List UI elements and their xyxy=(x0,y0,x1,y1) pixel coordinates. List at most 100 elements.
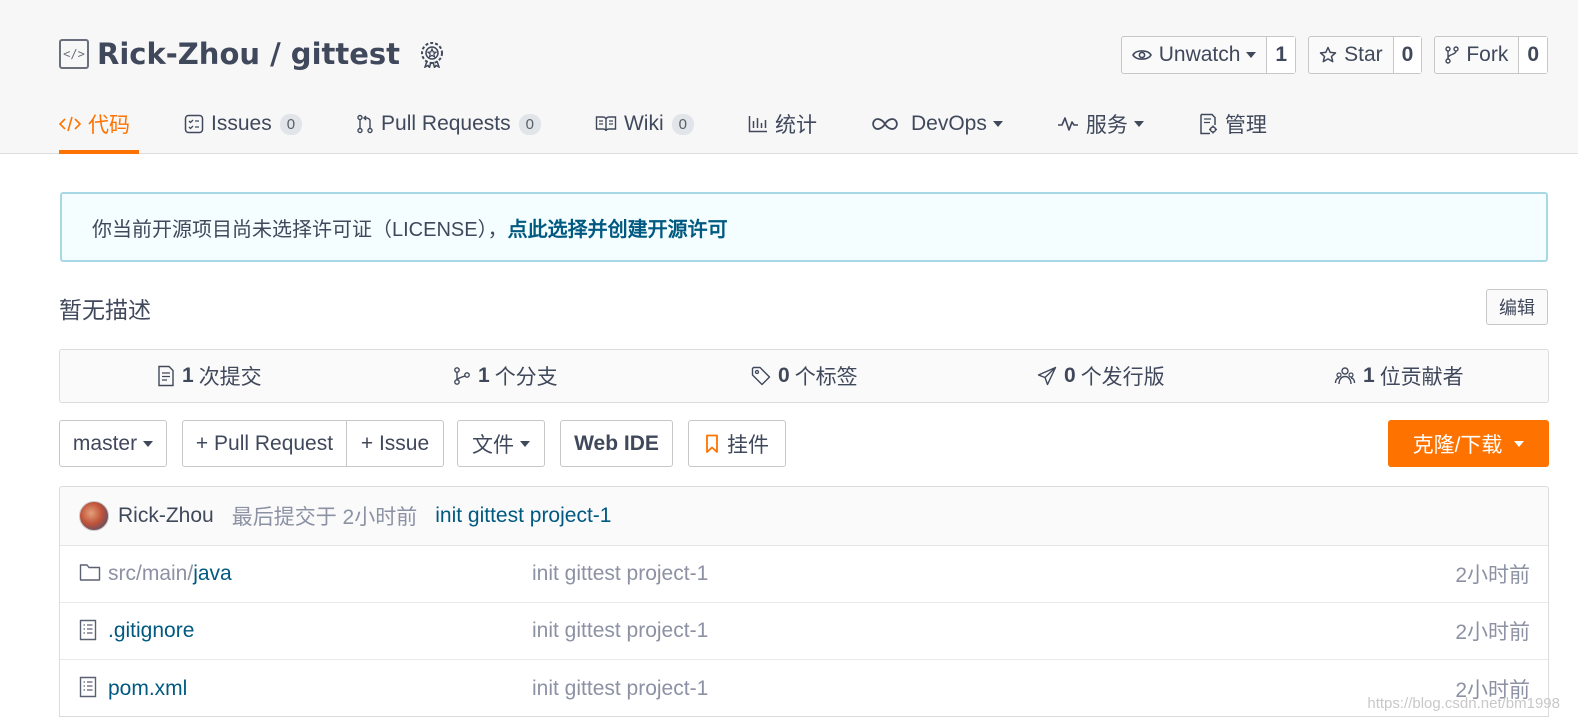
file-time: 2小时前 xyxy=(1455,621,1530,644)
commit-author[interactable]: Rick-Zhou xyxy=(118,504,214,528)
new-pull-request-button[interactable]: + Pull Request xyxy=(182,420,347,467)
chevron-down-icon xyxy=(1514,440,1525,447)
stat-tags[interactable]: 0 个标签 xyxy=(751,350,858,402)
new-issue-button[interactable]: + Issue xyxy=(347,420,444,467)
stat-contributors-label: 位贡献者 xyxy=(1379,366,1464,389)
settings-doc-icon xyxy=(1200,113,1217,135)
stat-releases-count: 0 xyxy=(1064,364,1076,387)
file-name-text[interactable]: .gitignore xyxy=(108,619,194,643)
edit-description-button[interactable]: 编辑 xyxy=(1486,289,1548,325)
star-button[interactable]: Star 0 xyxy=(1308,36,1423,74)
file-commit-message[interactable]: init gittest project-1 xyxy=(532,677,708,701)
repo-name[interactable]: Rick-Zhou / gittest xyxy=(97,37,400,71)
file-table: src/main/java init gittest project-1 2小时… xyxy=(59,545,1549,717)
fork-count[interactable]: 0 xyxy=(1519,37,1547,73)
stat-branches-label: 个分支 xyxy=(494,366,558,389)
file-icon xyxy=(79,619,97,641)
license-notice-text: 你当前开源项目尚未选择许可证（LICENSE）， xyxy=(92,218,508,241)
chevron-down-icon xyxy=(520,440,530,447)
chevron-down-icon xyxy=(1246,52,1257,58)
code-icon: </> xyxy=(59,39,89,69)
tab-devops[interactable]: DevOps xyxy=(871,96,1003,152)
tab-code-label: 代码 xyxy=(88,114,130,137)
stat-contributors[interactable]: 1 位贡献者 xyxy=(1334,350,1464,402)
tab-services[interactable]: 服务 xyxy=(1057,96,1144,152)
avatar[interactable] xyxy=(79,501,109,531)
stat-commits-count: 1 xyxy=(182,364,194,387)
stat-branches-count: 1 xyxy=(478,364,490,387)
commit-message[interactable]: init gittest project-1 xyxy=(435,504,611,528)
tab-issues[interactable]: Issues 0 xyxy=(184,96,303,152)
fork-button[interactable]: Fork 0 xyxy=(1434,36,1548,74)
watch-count[interactable]: 1 xyxy=(1267,37,1296,73)
file-icon xyxy=(79,676,97,698)
unwatch-label-wrap[interactable]: Unwatch xyxy=(1122,37,1268,73)
tab-devops-label: DevOps xyxy=(910,112,987,135)
repo-actions: Unwatch 1 Star 0 Fork 0 xyxy=(1109,36,1548,74)
stat-branches[interactable]: 1 个分支 xyxy=(453,350,558,402)
tab-wiki-label: Wiki xyxy=(623,112,664,135)
code-icon xyxy=(59,116,81,132)
stat-contributors-count: 1 xyxy=(1363,364,1375,387)
stat-commits[interactable]: 1 次提交 xyxy=(157,350,262,402)
branch-select[interactable]: master xyxy=(59,420,167,467)
create-license-link[interactable]: 点此选择并创建开源许可 xyxy=(508,213,728,242)
unwatch-label: Unwatch xyxy=(1158,43,1241,66)
tab-issues-label: Issues xyxy=(211,112,272,135)
watermark: https://blog.csdn.net/bm1998 xyxy=(1367,695,1560,712)
file-commit-message[interactable]: init gittest project-1 xyxy=(532,619,708,643)
web-ide-button[interactable]: Web IDE xyxy=(560,420,673,467)
tab-wiki[interactable]: Wiki 0 xyxy=(595,96,694,152)
repo-description: 暂无描述 xyxy=(59,297,151,323)
branch-select-label: master xyxy=(72,431,138,455)
branch-icon xyxy=(454,367,470,385)
star-label: Star xyxy=(1344,43,1383,66)
widgets-button[interactable]: 挂件 xyxy=(688,420,786,467)
fork-label-wrap[interactable]: Fork xyxy=(1435,37,1520,73)
tab-stats[interactable]: 统计 xyxy=(748,96,817,152)
stat-tags-label: 个标签 xyxy=(794,366,858,389)
eye-icon xyxy=(1131,50,1152,60)
last-commit-bar: Rick-Zhou 最后提交于 2小时前 init gittest projec… xyxy=(59,486,1549,545)
clone-download-button[interactable]: 克隆/下载 xyxy=(1388,420,1549,467)
file-name-text[interactable]: pom.xml xyxy=(108,677,187,701)
bookmark-icon xyxy=(706,434,718,453)
table-row[interactable]: src/main/java init gittest project-1 2小时… xyxy=(60,546,1548,603)
chevron-down-icon xyxy=(1133,121,1144,127)
wiki-count-badge: 0 xyxy=(671,113,694,135)
award-icon[interactable] xyxy=(418,40,446,68)
tab-pull-requests[interactable]: Pull Requests 0 xyxy=(356,96,541,152)
file-path-prefix[interactable]: src/main/ xyxy=(108,562,193,585)
tab-code[interactable]: 代码 xyxy=(59,96,139,154)
file-name[interactable]: src/main/java xyxy=(108,562,232,586)
clone-download-label: 克隆/下载 xyxy=(1412,433,1503,457)
pull-request-icon xyxy=(357,114,373,134)
contributors-icon xyxy=(1334,367,1356,385)
pulse-icon xyxy=(1057,117,1078,131)
star-label-wrap[interactable]: Star xyxy=(1309,37,1394,73)
file-commit-message[interactable]: init gittest project-1 xyxy=(532,562,708,586)
issues-icon xyxy=(184,114,204,134)
stat-releases-label: 个发行版 xyxy=(1080,366,1165,389)
bar-chart-icon xyxy=(748,116,767,133)
repo-header: </> Rick-Zhou / gittest Unwatch 1 Star 0 xyxy=(0,0,1578,154)
tab-manage-label: 管理 xyxy=(1224,114,1267,137)
files-dropdown[interactable]: 文件 xyxy=(457,420,545,467)
unwatch-button[interactable]: Unwatch 1 xyxy=(1120,36,1297,74)
widgets-label: 挂件 xyxy=(727,433,769,457)
stat-releases[interactable]: 0 个发行版 xyxy=(1037,350,1165,402)
star-count[interactable]: 0 xyxy=(1393,37,1422,73)
infinity-icon xyxy=(872,118,898,130)
repo-title: </> Rick-Zhou / gittest xyxy=(59,34,446,74)
commit-icon xyxy=(158,365,174,387)
file-name-text[interactable]: java xyxy=(193,562,232,585)
table-row[interactable]: pom.xml init gittest project-1 2小时前 xyxy=(60,660,1548,717)
tab-manage[interactable]: 管理 xyxy=(1198,96,1267,152)
fork-label: Fork xyxy=(1466,43,1509,66)
tab-pull-requests-label: Pull Requests xyxy=(381,112,511,135)
license-notice: 你当前开源项目尚未选择许可证（LICENSE）， 点此选择并创建开源许可 xyxy=(60,192,1548,262)
table-row[interactable]: .gitignore init gittest project-1 2小时前 xyxy=(60,603,1548,660)
stat-tags-count: 0 xyxy=(778,364,790,387)
stat-commits-label: 次提交 xyxy=(198,366,262,389)
release-icon xyxy=(1037,366,1057,386)
